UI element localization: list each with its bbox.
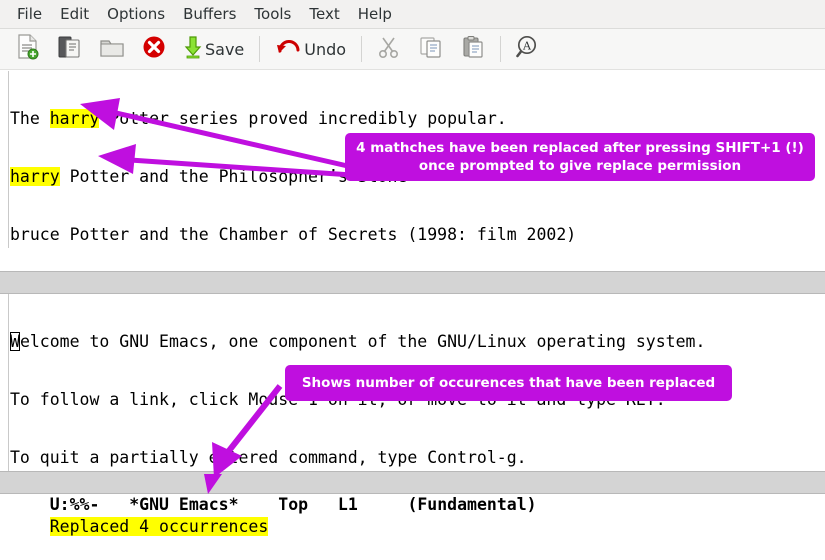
line-3-post: bruce Potter and the Chamber of Secrets … <box>10 224 577 244</box>
echo-area-message: Replaced 4 occurrences <box>49 517 269 536</box>
annotation-callout-occurrences-note: Shows number of occurences that have bee… <box>285 365 732 401</box>
line-1-match: harry <box>49 109 100 129</box>
close-buffer-icon <box>142 35 166 63</box>
svg-text:A: A <box>522 40 532 53</box>
menu-item-edit[interactable]: Edit <box>51 4 98 25</box>
toolbar-separator-2 <box>361 36 363 62</box>
help-line-1: Welcome to GNU Emacs, one component of t… <box>10 332 825 352</box>
cut-button[interactable] <box>371 33 407 65</box>
help-point-cursor: W <box>10 332 20 352</box>
close-buffer-button[interactable] <box>136 33 172 65</box>
copy-button[interactable] <box>413 33 449 65</box>
annotation-callout-replace-note-line2: once prompted to give replace permission <box>418 158 742 174</box>
annotation-callout-occurrences-note-line1: Shows number of occurences that have bee… <box>301 375 716 391</box>
save-button[interactable]: Save <box>178 35 250 63</box>
menu-item-file[interactable]: File <box>8 4 51 25</box>
paste-button[interactable] <box>455 33 491 65</box>
menu-item-buffers[interactable]: Buffers <box>174 4 245 25</box>
line-2-match: harry <box>10 167 60 186</box>
help-modeline-line-text: L1 <box>337 495 358 514</box>
tool-bar: Save Undo A <box>0 29 825 70</box>
line-1-post: Potter series proved incredibly popular. <box>99 109 507 129</box>
menu-item-options[interactable]: Options <box>98 4 174 25</box>
left-fringe <box>0 71 9 248</box>
help-modeline-buffer-name-text: *GNU Emacs* <box>129 495 239 514</box>
help-line-3-text: To quit a partially entered command, typ… <box>10 447 527 467</box>
help-modeline-position-text: Top <box>278 495 309 514</box>
text-buffer-modeline[interactable]: U:**- gotham.txt All L5 (Text) <box>0 271 825 314</box>
help-line-1-text: elcome to GNU Emacs, one component of th… <box>19 332 706 352</box>
help-modeline-flags-text: U:%%- <box>49 495 100 514</box>
buffer-line-3: bruce Potter and the Chamber of Secrets … <box>10 225 825 244</box>
menu-item-text[interactable]: Text <box>300 4 348 25</box>
search-button[interactable]: A <box>510 33 546 65</box>
annotation-callout-replace-note: 4 mathches have been replaced after pres… <box>345 133 815 181</box>
help-modeline-gap-2 <box>239 495 279 514</box>
undo-button[interactable]: Undo <box>269 36 352 62</box>
new-file-icon <box>16 34 40 64</box>
undo-icon <box>275 36 301 62</box>
undo-button-label: Undo <box>304 39 347 59</box>
annotation-callout-replace-note-line1: 4 mathches have been replaced after pres… <box>356 140 804 156</box>
folder-icon <box>99 35 125 63</box>
line-1-pre: The <box>10 109 50 129</box>
open-file-button[interactable] <box>52 33 88 65</box>
toolbar-separator-3 <box>500 36 502 62</box>
menu-item-tools[interactable]: Tools <box>245 4 300 25</box>
toolbar-separator-1 <box>259 36 261 62</box>
help-buffer-modeline[interactable]: U:%%- *GNU Emacs* Top L1 (Fundamental) <box>0 471 825 514</box>
open-file-icon <box>57 34 83 64</box>
copy-icon <box>419 35 443 63</box>
buffer-line-1: The harry Potter series proved incredibl… <box>10 109 825 129</box>
help-modeline-gap-1 <box>99 495 129 514</box>
help-modeline-gap-3 <box>308 495 338 514</box>
menu-item-help[interactable]: Help <box>349 4 401 25</box>
help-line-3: To quit a partially entered command, typ… <box>10 448 825 467</box>
left-fringe-help <box>0 294 9 471</box>
help-modeline-major-mode-text: (Fundamental) <box>407 495 537 514</box>
open-folder-button[interactable] <box>94 33 130 65</box>
paste-icon <box>461 35 485 63</box>
save-button-label: Save <box>205 39 245 59</box>
cut-scissors-icon <box>378 35 400 63</box>
new-file-button[interactable] <box>10 33 46 65</box>
save-icon <box>184 35 202 63</box>
help-modeline-gap-4 <box>358 495 408 514</box>
menu-bar: File Edit Options Buffers Tools Text Hel… <box>0 0 825 29</box>
search-magnifier-icon: A <box>515 34 541 64</box>
